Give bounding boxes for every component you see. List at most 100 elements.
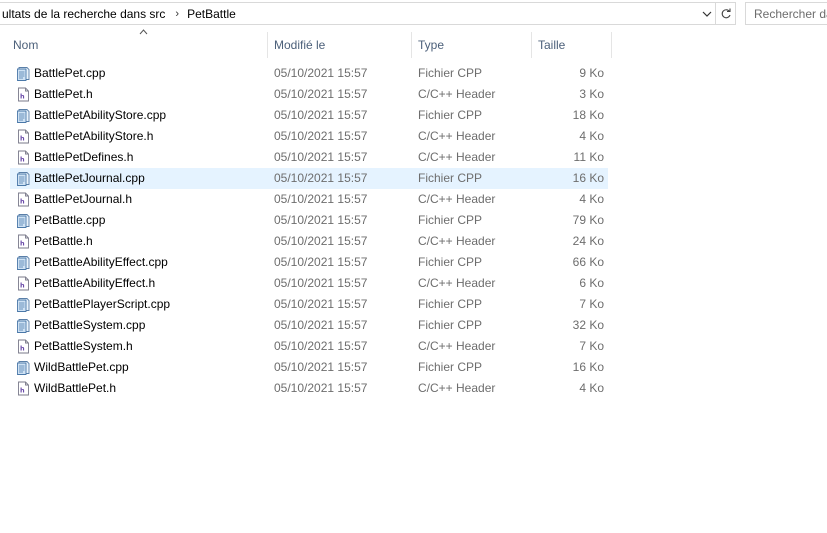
file-size: 7 Ko: [579, 297, 604, 311]
cpp-file-icon: [17, 67, 30, 81]
file-type: C/C++ Header: [418, 192, 496, 206]
file-modified: 05/10/2021 15:57: [274, 192, 368, 206]
file-type: Fichier CPP: [418, 108, 483, 122]
file-type: C/C++ Header: [418, 276, 496, 290]
address-dropdown-button[interactable]: [699, 3, 715, 24]
file-name: BattlePetAbilityStore.h: [34, 129, 154, 143]
file-row[interactable]: BattlePetJournal.cpp 05/10/2021 15:57 Fi…: [10, 168, 608, 189]
search-input[interactable]: Rechercher dans: [745, 2, 827, 25]
breadcrumb-search-results[interactable]: ultats de la recherche dans src: [0, 7, 169, 21]
svg-text:h: h: [20, 198, 25, 206]
header-file-icon: h: [18, 192, 29, 207]
file-modified: 05/10/2021 15:57: [274, 234, 368, 248]
column-header-type[interactable]: Type: [412, 32, 532, 58]
column-header-row: Nom Modifié le Type Taille: [0, 29, 612, 58]
file-row[interactable]: WildBattlePet.cpp 05/10/2021 15:57 Fichi…: [10, 357, 608, 378]
svg-text:h: h: [20, 282, 25, 290]
file-size: 4 Ko: [579, 129, 604, 143]
file-modified: 05/10/2021 15:57: [274, 87, 368, 101]
file-size: 6 Ko: [579, 276, 604, 290]
file-row[interactable]: h BattlePetJournal.h 05/10/2021 15:57 C/…: [10, 189, 608, 210]
file-modified: 05/10/2021 15:57: [274, 297, 368, 311]
header-file-icon: h: [18, 234, 29, 249]
file-name: BattlePetJournal.h: [34, 192, 133, 206]
cpp-file-icon: [17, 214, 30, 228]
file-name: BattlePetJournal.cpp: [34, 171, 145, 185]
file-row[interactable]: PetBattleSystem.cpp 05/10/2021 15:57 Fic…: [10, 315, 608, 336]
column-header-size[interactable]: Taille: [532, 32, 612, 58]
file-list: BattlePet.cpp 05/10/2021 15:57 Fichier C…: [10, 63, 608, 399]
svg-text:h: h: [20, 345, 25, 353]
column-header-modified-label: Modifié le: [274, 38, 326, 52]
file-row[interactable]: h PetBattleSystem.h 05/10/2021 15:57 C/C…: [10, 336, 608, 357]
file-modified: 05/10/2021 15:57: [274, 339, 368, 353]
file-size: 7 Ko: [579, 339, 604, 353]
refresh-button[interactable]: [716, 2, 736, 25]
file-size: 16 Ko: [572, 171, 604, 185]
cpp-file-icon: [17, 256, 30, 270]
file-row[interactable]: h PetBattleAbilityEffect.h 05/10/2021 15…: [10, 273, 608, 294]
cpp-file-icon: [17, 172, 30, 186]
file-type: Fichier CPP: [418, 360, 483, 374]
file-size: 79 Ko: [572, 213, 604, 227]
file-name: PetBattleAbilityEffect.cpp: [34, 255, 168, 269]
file-row[interactable]: PetBattle.cpp 05/10/2021 15:57 Fichier C…: [10, 210, 608, 231]
svg-text:h: h: [20, 387, 25, 395]
file-type: C/C++ Header: [418, 87, 496, 101]
file-row[interactable]: h BattlePet.h 05/10/2021 15:57 C/C++ Hea…: [10, 84, 608, 105]
file-row[interactable]: h WildBattlePet.h 05/10/2021 15:57 C/C++…: [10, 378, 608, 399]
file-type: C/C++ Header: [418, 234, 496, 248]
svg-text:h: h: [20, 93, 25, 101]
file-type: C/C++ Header: [418, 381, 496, 395]
file-size: 4 Ko: [579, 381, 604, 395]
file-name: WildBattlePet.cpp: [34, 360, 129, 374]
breadcrumb-petbattle[interactable]: PetBattle: [185, 7, 240, 21]
file-name: PetBattleSystem.h: [34, 339, 133, 353]
file-modified: 05/10/2021 15:57: [274, 360, 368, 374]
header-file-icon: h: [18, 129, 29, 144]
file-name: BattlePetAbilityStore.cpp: [34, 108, 167, 122]
file-row[interactable]: h PetBattle.h 05/10/2021 15:57 C/C++ Hea…: [10, 231, 608, 252]
file-modified: 05/10/2021 15:57: [274, 381, 368, 395]
file-size: 18 Ko: [572, 108, 604, 122]
file-size: 11 Ko: [573, 150, 604, 164]
file-row[interactable]: PetBattlePlayerScript.cpp 05/10/2021 15:…: [10, 294, 608, 315]
file-modified: 05/10/2021 15:57: [274, 318, 368, 332]
file-name: PetBattlePlayerScript.cpp: [34, 297, 171, 311]
header-file-icon: h: [18, 87, 29, 102]
file-type: C/C++ Header: [418, 150, 496, 164]
file-type: Fichier CPP: [418, 297, 483, 311]
file-name: PetBattleAbilityEffect.h: [34, 276, 156, 290]
svg-text:h: h: [20, 135, 25, 143]
file-row[interactable]: h BattlePetAbilityStore.h 05/10/2021 15:…: [10, 126, 608, 147]
address-bar[interactable]: ultats de la recherche dans src › PetBat…: [0, 2, 716, 25]
svg-text:h: h: [20, 240, 25, 248]
file-modified: 05/10/2021 15:57: [274, 108, 368, 122]
file-name: BattlePet.h: [34, 87, 93, 101]
file-name: BattlePetDefines.h: [34, 150, 134, 164]
file-row[interactable]: h BattlePetDefines.h 05/10/2021 15:57 C/…: [10, 147, 608, 168]
file-type: C/C++ Header: [418, 339, 496, 353]
file-row[interactable]: PetBattleAbilityEffect.cpp 05/10/2021 15…: [10, 252, 608, 273]
file-modified: 05/10/2021 15:57: [274, 255, 368, 269]
file-modified: 05/10/2021 15:57: [274, 66, 368, 80]
file-row[interactable]: BattlePet.cpp 05/10/2021 15:57 Fichier C…: [10, 63, 608, 84]
header-file-icon: h: [18, 276, 29, 291]
file-size: 16 Ko: [572, 360, 604, 374]
file-name: PetBattle.cpp: [34, 213, 106, 227]
file-type: C/C++ Header: [418, 129, 496, 143]
file-size: 32 Ko: [572, 318, 604, 332]
column-header-name-label: Nom: [13, 38, 39, 52]
file-size: 3 Ko: [579, 87, 604, 101]
cpp-file-icon: [17, 361, 30, 375]
sort-ascending-icon: [139, 29, 148, 35]
column-header-modified[interactable]: Modifié le: [268, 32, 412, 58]
file-row[interactable]: BattlePetAbilityStore.cpp 05/10/2021 15:…: [10, 105, 608, 126]
file-modified: 05/10/2021 15:57: [274, 276, 368, 290]
file-modified: 05/10/2021 15:57: [274, 213, 368, 227]
svg-text:h: h: [20, 156, 25, 164]
breadcrumb-chevron-icon[interactable]: ›: [169, 8, 185, 20]
file-name: PetBattle.h: [34, 234, 93, 248]
column-header-name[interactable]: Nom: [7, 29, 268, 58]
file-type: Fichier CPP: [418, 171, 483, 185]
